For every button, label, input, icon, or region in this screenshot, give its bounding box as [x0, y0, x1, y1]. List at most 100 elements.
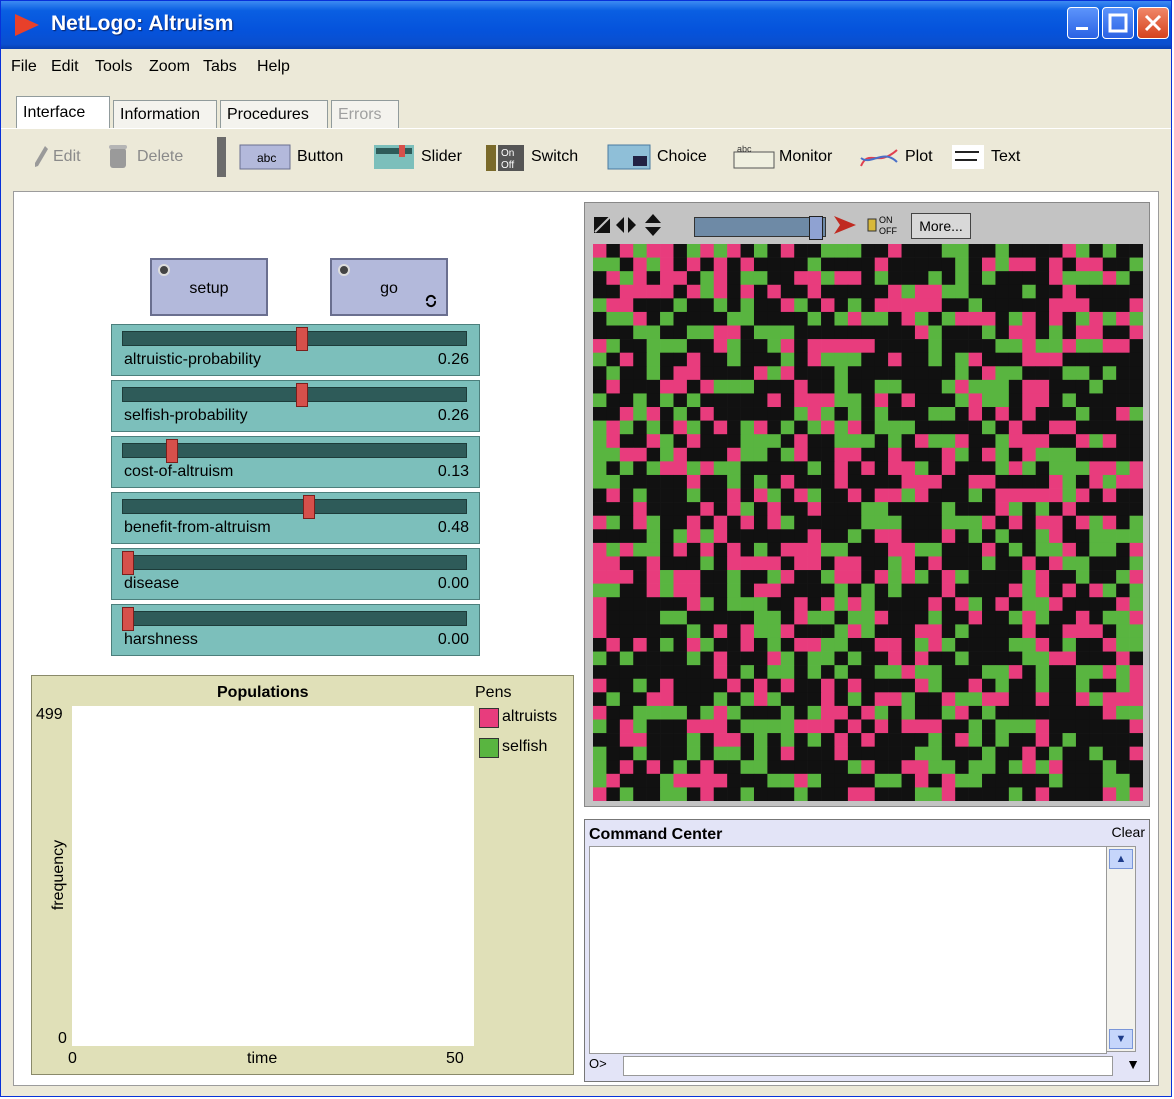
- slider-selfish-probability[interactable]: selfish-probability 0.26: [111, 380, 480, 432]
- scroll-up-icon[interactable]: ▲: [1109, 849, 1133, 869]
- maximize-button[interactable]: [1102, 7, 1134, 39]
- svg-text:OFF: OFF: [879, 226, 897, 236]
- slider-track[interactable]: [122, 555, 467, 570]
- more-button[interactable]: More...: [911, 213, 971, 239]
- plot-xlabel: time: [247, 1050, 278, 1067]
- edge-wrap-icon[interactable]: [593, 215, 613, 235]
- add-switch-tool[interactable]: Switch: [531, 148, 578, 166]
- setup-button[interactable]: setup: [150, 258, 268, 316]
- slider-knob[interactable]: [296, 383, 309, 407]
- edit-button[interactable]: Edit: [53, 148, 81, 166]
- slider-name: altruistic-probability: [124, 351, 261, 368]
- history-dropdown-icon[interactable]: ▼: [1121, 1056, 1145, 1076]
- slider-harshness[interactable]: harshness 0.00: [111, 604, 480, 656]
- slider-altruistic-probability[interactable]: altruistic-probability 0.26: [111, 324, 480, 376]
- plot-xmax: 50: [446, 1050, 464, 1067]
- menu-file[interactable]: File: [11, 58, 37, 76]
- netlogo-window: NetLogo: Altruism File Edit Tools Zoom T…: [0, 0, 1172, 1097]
- slider-tool-icon: [374, 145, 414, 169]
- slider-knob[interactable]: [296, 327, 309, 351]
- populations-plot: Populations Pens 499 0 0 50 time frequen…: [31, 675, 574, 1075]
- slider-name: cost-of-altruism: [124, 463, 234, 480]
- slider-cost-of-altruism[interactable]: cost-of-altruism 0.13: [111, 436, 480, 488]
- choice-tool-icon: [607, 144, 651, 170]
- plot-area: [72, 706, 474, 1046]
- toolbar-separator: [217, 137, 226, 177]
- slider-value: 0.26: [437, 407, 469, 424]
- speed-slider[interactable]: [694, 216, 826, 240]
- button-tool-icon: abc: [239, 144, 291, 170]
- slider-track[interactable]: [122, 611, 467, 626]
- text-tool-icon: [952, 145, 984, 169]
- menu-tabs[interactable]: Tabs: [203, 58, 237, 76]
- delete-button[interactable]: Delete: [137, 148, 183, 166]
- svg-text:abc: abc: [737, 144, 752, 154]
- add-plot-tool[interactable]: Plot: [905, 148, 933, 166]
- toolbar: Edit Delete abc Button Slider On Off Swi…: [1, 128, 1171, 187]
- patch-grid[interactable]: [593, 244, 1143, 801]
- slider-knob[interactable]: [122, 607, 134, 631]
- title-bar[interactable]: NetLogo: Altruism: [1, 1, 1171, 49]
- menu-tools[interactable]: Tools: [95, 58, 132, 76]
- slider-knob[interactable]: [165, 439, 178, 463]
- monitor-tool-icon: abc: [733, 144, 775, 169]
- clear-button[interactable]: Clear: [1112, 824, 1145, 840]
- command-center-title: Command Center: [589, 826, 723, 843]
- run-arrow-icon: [834, 216, 856, 234]
- slider-name: harshness: [124, 631, 198, 648]
- add-slider-tool[interactable]: Slider: [421, 148, 462, 166]
- add-monitor-tool[interactable]: Monitor: [779, 148, 832, 166]
- go-button-indicator: [338, 264, 350, 276]
- command-center: Command Center Clear ▲ ▼ O> ▼: [584, 819, 1150, 1082]
- output-scrollbar[interactable]: ▲ ▼: [1106, 846, 1136, 1052]
- slider-value: 0.26: [437, 351, 469, 368]
- tab-errors[interactable]: Errors: [331, 100, 399, 128]
- svg-text:On: On: [501, 148, 514, 159]
- slider-track[interactable]: [122, 387, 467, 402]
- menu-help[interactable]: Help: [257, 58, 290, 76]
- plot-title: Populations: [217, 684, 309, 701]
- slider-track[interactable]: [122, 331, 467, 346]
- tab-interface[interactable]: Interface: [16, 96, 110, 128]
- plot-ymin: 0: [58, 1030, 67, 1047]
- plot-tool-icon: [860, 149, 898, 167]
- setup-button-label: setup: [189, 280, 229, 297]
- pen-swatch-selfish: [479, 738, 499, 758]
- slider-knob[interactable]: [122, 551, 134, 575]
- slider-name: disease: [124, 575, 180, 592]
- tab-procedures[interactable]: Procedures: [220, 100, 328, 128]
- display-update-switch-icon[interactable]: ON OFF: [867, 213, 905, 237]
- switch-tool-icon: On Off: [486, 145, 524, 171]
- view-control-strip: ON OFF More...: [585, 203, 1149, 243]
- window-title: NetLogo: Altruism: [51, 12, 234, 35]
- add-text-tool[interactable]: Text: [991, 148, 1020, 166]
- menu-bar: File Edit Tools Zoom Tabs Help: [1, 49, 1171, 86]
- slider-benefit-from-altruism[interactable]: benefit-from-altruism 0.48: [111, 492, 480, 544]
- menu-edit[interactable]: Edit: [51, 58, 79, 76]
- resize-vertical-icon[interactable]: [643, 213, 663, 237]
- svg-text:ON: ON: [879, 215, 893, 225]
- netlogo-logo-icon: [15, 14, 39, 36]
- menu-zoom[interactable]: Zoom: [149, 58, 190, 76]
- tab-information[interactable]: Information: [113, 100, 217, 128]
- pen-label-altruists: altruists: [502, 708, 558, 725]
- command-prompt: O>: [589, 1056, 607, 1071]
- svg-text:Off: Off: [501, 160, 514, 171]
- close-button[interactable]: [1137, 7, 1169, 39]
- slider-disease[interactable]: disease 0.00: [111, 548, 480, 600]
- world-view: ON OFF More...: [584, 202, 1150, 807]
- add-button-tool[interactable]: Button: [297, 148, 343, 166]
- add-choice-tool[interactable]: Choice: [657, 148, 707, 166]
- resize-horizontal-icon[interactable]: [615, 215, 637, 235]
- slider-track[interactable]: [122, 499, 467, 514]
- plot-xmin: 0: [68, 1050, 77, 1067]
- go-button[interactable]: go: [330, 258, 448, 316]
- speed-slider-knob[interactable]: [809, 216, 823, 240]
- scroll-down-icon[interactable]: ▼: [1109, 1029, 1133, 1049]
- trash-icon: [109, 145, 127, 168]
- slider-knob[interactable]: [302, 495, 315, 519]
- slider-value: 0.13: [437, 463, 469, 480]
- plot-ylabel: frequency: [50, 839, 68, 911]
- minimize-button[interactable]: [1067, 7, 1099, 39]
- command-input[interactable]: [623, 1056, 1113, 1076]
